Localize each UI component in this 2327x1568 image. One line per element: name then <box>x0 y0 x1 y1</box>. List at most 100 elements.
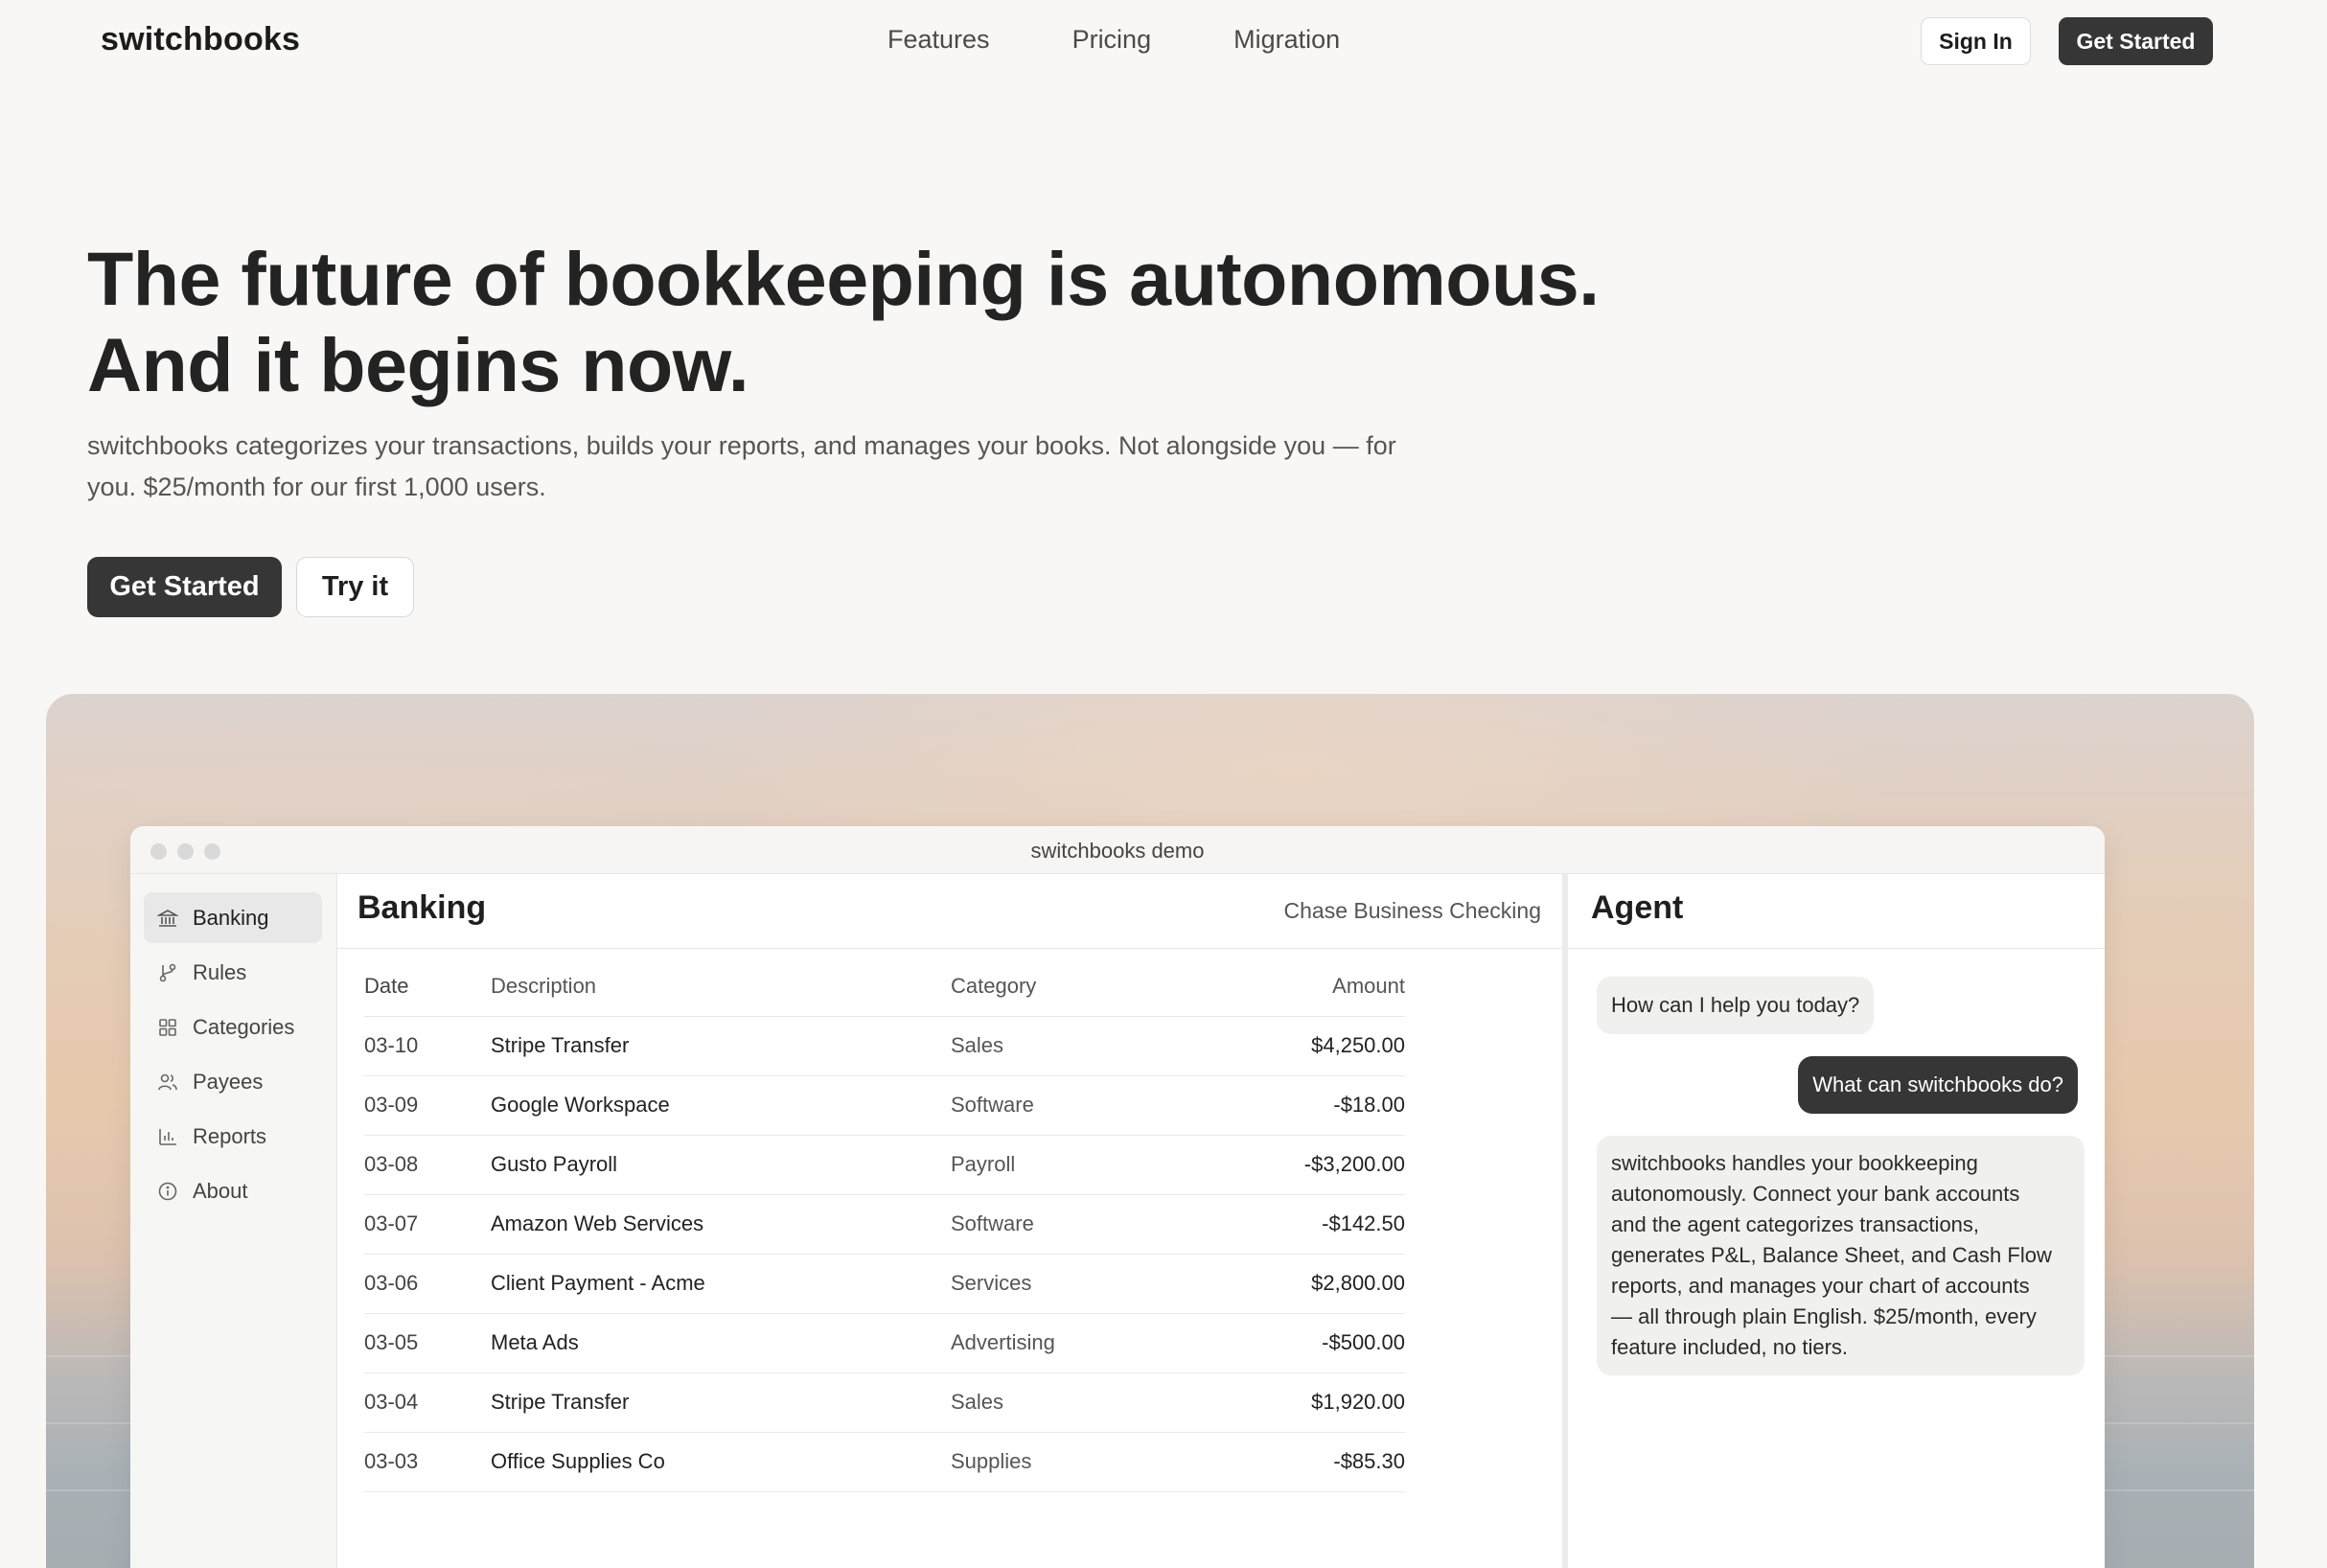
sidebar-item-label: Categories <box>193 1014 295 1039</box>
table-header-row: Date Description Category Amount <box>364 957 1405 1017</box>
cell-category[interactable]: Sales <box>951 1016 1190 1076</box>
grid-icon <box>156 1016 179 1039</box>
nav-link-migration[interactable]: Migration <box>1233 25 1340 55</box>
hero-try-it-button[interactable]: Try it <box>296 557 414 617</box>
cell-date: 03-05 <box>364 1313 491 1373</box>
message-line: reports, and manages your chart of accou… <box>1611 1274 2030 1298</box>
cell-amount: -$142.50 <box>1190 1194 1405 1255</box>
nav-links: Features Pricing Migration <box>887 25 1340 55</box>
table-row[interactable]: 03-06 Client Payment - Acme Services $2,… <box>364 1254 1405 1314</box>
cell-description: Office Supplies Co <box>491 1432 951 1492</box>
cell-description: Amazon Web Services <box>491 1194 951 1255</box>
cell-date: 03-08 <box>364 1135 491 1195</box>
column-header-amount[interactable]: Amount <box>1190 957 1405 1017</box>
transactions-table: Date Description Category Amount 03-10 S… <box>364 957 1405 1492</box>
banking-panel: Banking Chase Business Checking Date Des… <box>337 874 1562 1568</box>
table-row[interactable]: 03-03 Office Supplies Co Supplies -$85.3… <box>364 1432 1405 1492</box>
sidebar-item-payees[interactable]: Payees <box>144 1056 322 1107</box>
cell-date: 03-10 <box>364 1016 491 1076</box>
sidebar-item-label: Banking <box>193 905 269 930</box>
table-row[interactable]: 03-05 Meta Ads Advertising -$500.00 <box>364 1313 1405 1373</box>
cell-category[interactable]: Services <box>951 1254 1190 1314</box>
sidebar-item-label: Reports <box>193 1123 267 1148</box>
cell-amount: -$3,200.00 <box>1190 1135 1405 1195</box>
banking-title: Banking <box>357 889 487 926</box>
cell-description: Google Workspace <box>491 1075 951 1136</box>
brand-logo[interactable]: switchbooks <box>101 21 300 58</box>
app-sidebar: Banking Rules Categories Payees Reports … <box>130 874 337 1568</box>
sidebar-item-banking[interactable]: Banking <box>144 892 322 943</box>
sidebar-item-label: About <box>193 1178 248 1203</box>
bank-icon <box>156 907 179 930</box>
message-line: — all through plain English. $25/month, … <box>1611 1304 2037 1328</box>
cell-date: 03-04 <box>364 1372 491 1433</box>
sign-in-button[interactable]: Sign In <box>1921 17 2031 65</box>
cell-category[interactable]: Sales <box>951 1372 1190 1433</box>
hero-subtitle-line-1: switchbooks categorizes your transaction… <box>87 431 1396 460</box>
message-line: feature included, no tiers. <box>1611 1335 1849 1359</box>
column-header-date[interactable]: Date <box>364 957 491 1017</box>
window-title: switchbooks demo <box>1030 839 1205 863</box>
nav-get-started-button[interactable]: Get Started <box>2059 17 2213 65</box>
cell-category[interactable]: Software <box>951 1075 1190 1136</box>
banking-header: Banking Chase Business Checking <box>337 874 1562 949</box>
message-line: generates P&L, Balance Sheet, and Cash F… <box>1611 1243 2052 1267</box>
cell-category[interactable]: Advertising <box>951 1313 1190 1373</box>
table-row[interactable]: 03-10 Stripe Transfer Sales $4,250.00 <box>364 1016 1405 1076</box>
cell-category[interactable]: Software <box>951 1194 1190 1255</box>
column-header-category[interactable]: Category <box>951 957 1190 1017</box>
nav-link-features[interactable]: Features <box>887 25 990 55</box>
hero-get-started-button[interactable]: Get Started <box>87 557 282 617</box>
cell-date: 03-06 <box>364 1254 491 1314</box>
cell-description: Stripe Transfer <box>491 1016 951 1076</box>
account-selector[interactable]: Chase Business Checking <box>1284 898 1541 924</box>
hero-subtitle-line-2: you. $25/month for our first 1,000 users… <box>87 473 546 501</box>
hero-title-line-1: The future of bookkeeping is autonomous. <box>87 236 1600 321</box>
cell-category[interactable]: Payroll <box>951 1135 1190 1195</box>
hero-title-line-2: And it begins now. <box>87 322 749 407</box>
cell-description: Client Payment - Acme <box>491 1254 951 1314</box>
cell-description: Gusto Payroll <box>491 1135 951 1195</box>
cell-description: Meta Ads <box>491 1313 951 1373</box>
sidebar-item-about[interactable]: About <box>144 1165 322 1216</box>
message-line: switchbooks handles your bookkeeping <box>1611 1151 1978 1175</box>
agent-message: switchbooks handles your bookkeeping aut… <box>1597 1136 2085 1375</box>
demo-window: switchbooks demo Banking Rules Categorie… <box>130 826 2105 1568</box>
cell-date: 03-09 <box>364 1075 491 1136</box>
sidebar-item-categories[interactable]: Categories <box>144 1002 322 1052</box>
cell-category[interactable]: Supplies <box>951 1432 1190 1492</box>
hero-title: The future of bookkeeping is autonomous.… <box>87 236 1716 408</box>
cell-amount: $4,250.00 <box>1190 1016 1405 1076</box>
table-row[interactable]: 03-07 Amazon Web Services Software -$142… <box>364 1194 1405 1255</box>
message-line: and the agent categorizes transactions, <box>1611 1212 1980 1236</box>
agent-message: How can I help you today? <box>1597 977 1875 1034</box>
cell-date: 03-07 <box>364 1194 491 1255</box>
cell-amount: $1,920.00 <box>1190 1372 1405 1433</box>
cell-description: Stripe Transfer <box>491 1372 951 1433</box>
cell-date: 03-03 <box>364 1432 491 1492</box>
table-row[interactable]: 03-08 Gusto Payroll Payroll -$3,200.00 <box>364 1135 1405 1195</box>
message-line: autonomously. Connect your bank accounts <box>1611 1182 2020 1206</box>
bar-chart-icon <box>156 1125 179 1148</box>
cell-amount: $2,800.00 <box>1190 1254 1405 1314</box>
agent-header: Agent <box>1568 874 2105 949</box>
column-header-description[interactable]: Description <box>491 957 951 1017</box>
sidebar-item-label: Rules <box>193 959 247 984</box>
sidebar-item-label: Payees <box>193 1069 264 1094</box>
agent-panel: Agent How can I help you today? What can… <box>1568 874 2105 1568</box>
cell-amount: -$18.00 <box>1190 1075 1405 1136</box>
sidebar-item-reports[interactable]: Reports <box>144 1111 322 1162</box>
window-titlebar: switchbooks demo <box>130 826 2105 874</box>
info-icon <box>156 1180 179 1203</box>
hero-subtitle: switchbooks categorizes your transaction… <box>87 426 1429 508</box>
sidebar-item-rules[interactable]: Rules <box>144 947 322 998</box>
agent-title: Agent <box>1591 889 1684 926</box>
table-row[interactable]: 03-09 Google Workspace Software -$18.00 <box>364 1075 1405 1136</box>
users-icon <box>156 1071 179 1094</box>
cell-amount: -$500.00 <box>1190 1313 1405 1373</box>
user-message: What can switchbooks do? <box>1798 1056 2078 1114</box>
nav-link-pricing[interactable]: Pricing <box>1072 25 1152 55</box>
table-row[interactable]: 03-04 Stripe Transfer Sales $1,920.00 <box>364 1372 1405 1433</box>
cell-amount: -$85.30 <box>1190 1432 1405 1492</box>
top-nav: switchbooks Features Pricing Migration S… <box>0 0 2327 82</box>
